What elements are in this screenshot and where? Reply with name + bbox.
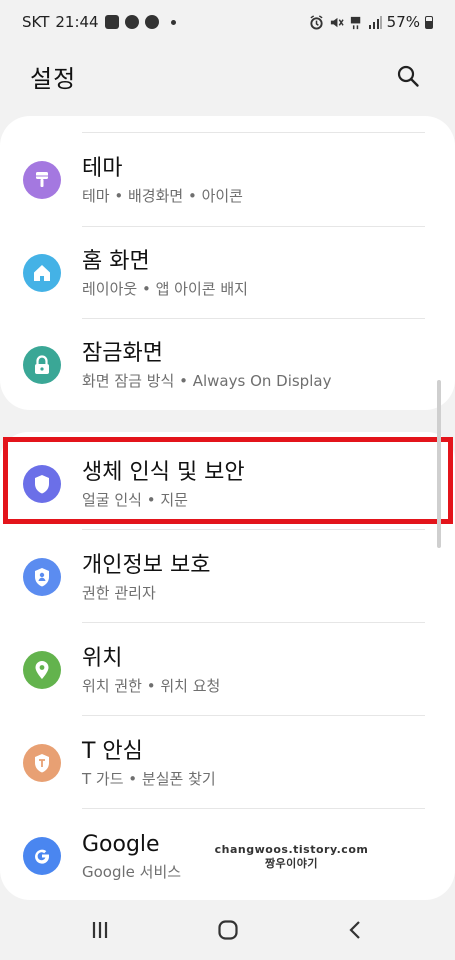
settings-item-privacy[interactable]: 개인정보 보호 권한 관리자 <box>0 531 455 623</box>
alarm-icon <box>310 14 323 30</box>
settings-item-lock-screen[interactable]: 잠금화면 화면 잠금 방식 • Always On Display <box>0 319 455 411</box>
scrollbar[interactable] <box>437 380 441 548</box>
settings-item-title: 테마 <box>82 155 123 181</box>
divider <box>82 808 425 809</box>
status-bar: SKT 21:44 57% <box>0 0 455 44</box>
t-guard-icon <box>23 744 61 782</box>
settings-item-t-safety[interactable]: T 안심 T 가드 • 분실폰 찾기 <box>0 717 455 809</box>
gallery-icon <box>104 15 119 29</box>
divider <box>82 132 425 133</box>
settings-item-text: Google Google 서비스 <box>82 831 181 882</box>
recent-apps-icon <box>92 922 108 938</box>
search-icon <box>397 65 419 87</box>
settings-item-subtitle: 권한 관리자 <box>82 583 156 602</box>
back-button[interactable] <box>336 916 376 944</box>
battery-percent: 57% <box>386 13 420 31</box>
home-button-icon <box>218 920 238 940</box>
divider <box>82 715 425 716</box>
dot-icon <box>170 19 176 25</box>
settings-item-subtitle: Google 서비스 <box>82 862 182 881</box>
settings-item-subtitle: 화면 잠금 방식 • Always On Display <box>82 371 332 390</box>
settings-item-subtitle: 레이아웃 • 앱 아이콘 배지 <box>82 279 248 298</box>
divider <box>82 622 425 623</box>
carrier-label: SKT <box>22 13 50 31</box>
settings-item-text: 홈 화면 레이아웃 • 앱 아이콘 배지 <box>82 248 248 299</box>
recent-apps-button[interactable] <box>80 916 120 944</box>
settings-item-subtitle: 위치 권한 • 위치 요청 <box>82 676 221 695</box>
settings-item-theme[interactable]: 테마 테마 • 배경화면 • 아이콘 <box>0 134 455 226</box>
google-icon <box>23 837 61 875</box>
status-right: 57% <box>309 13 433 31</box>
settings-item-location[interactable]: 위치 위치 권한 • 위치 요청 <box>0 624 455 716</box>
header: 설정 <box>0 44 455 108</box>
highlight-box <box>3 437 453 524</box>
clock: 21:44 <box>55 13 99 31</box>
back-icon <box>349 921 360 939</box>
chat-icon <box>124 15 139 29</box>
settings-item-title: 개인정보 보호 <box>82 552 211 578</box>
settings-item-subtitle: 테마 • 배경화면 • 아이콘 <box>82 186 243 205</box>
lock-icon <box>23 346 61 384</box>
navigation-bar <box>0 900 455 960</box>
settings-item-title: T 안심 <box>82 738 143 764</box>
page-title: 설정 <box>30 64 77 93</box>
location-pin-icon <box>23 651 61 689</box>
lte-icon <box>350 16 360 29</box>
alert-icon <box>144 15 159 29</box>
privacy-shield-icon <box>23 558 61 596</box>
settings-item-text: 테마 테마 • 배경화면 • 아이콘 <box>82 155 243 206</box>
settings-item-title: 홈 화면 <box>82 248 150 274</box>
search-button[interactable] <box>391 59 425 93</box>
watermark: changwoos.tistory.com 짱우이야기 <box>214 843 369 871</box>
mute-icon <box>330 17 344 27</box>
watermark-blog-name: 짱우이야기 <box>264 857 319 870</box>
settings-item-home-screen[interactable]: 홈 화면 레이아웃 • 앱 아이콘 배지 <box>0 227 455 319</box>
signal-icon <box>368 16 382 29</box>
settings-item-text: 잠금화면 화면 잠금 방식 • Always On Display <box>82 340 331 391</box>
home-icon <box>23 254 61 292</box>
settings-item-title: Google <box>82 831 160 857</box>
settings-item-text: T 안심 T 가드 • 분실폰 찾기 <box>82 738 216 789</box>
divider <box>82 529 425 530</box>
status-left: SKT 21:44 <box>22 13 176 31</box>
watermark-url: changwoos.tistory.com <box>214 843 369 856</box>
settings-card-display: 테마 테마 • 배경화면 • 아이콘 홈 화면 레이아웃 • 앱 아이콘 배지 … <box>0 116 455 410</box>
theme-brush-icon <box>23 161 61 199</box>
settings-item-subtitle: T 가드 • 분실폰 찾기 <box>82 769 216 788</box>
home-button[interactable] <box>208 916 248 944</box>
battery-icon <box>425 15 433 29</box>
settings-item-title: 잠금화면 <box>82 340 163 366</box>
settings-item-text: 위치 위치 권한 • 위치 요청 <box>82 645 220 696</box>
settings-item-title: 위치 <box>82 645 123 671</box>
settings-item-text: 개인정보 보호 권한 관리자 <box>82 552 210 603</box>
